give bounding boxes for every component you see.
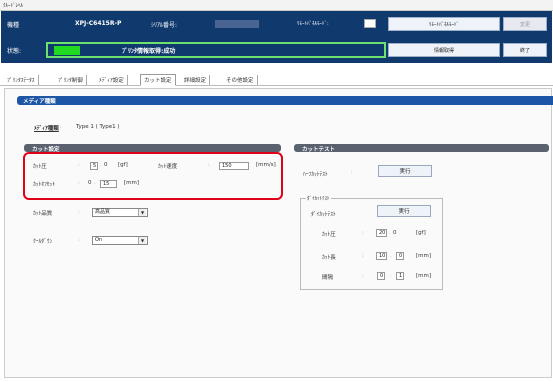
half-cut-test-run-button[interactable]: 実行 — [378, 165, 432, 177]
cut-offset-dot: . — [94, 180, 96, 186]
die-cut-test-group-title: ﾀﾞｲｶｯﾄﾃｽﾄ — [306, 195, 331, 202]
cut-speed-unit: [mm/s] — [256, 162, 276, 168]
test-interval-whole-input[interactable]: 0 — [377, 272, 385, 280]
cut-settings-header: カット設定 — [24, 144, 281, 153]
cut-pressure-label: ｶｯﾄ圧 — [33, 164, 47, 170]
tab-printer-status[interactable]: ﾌﾟﾘﾝﾀｽﾃｰﾀｽ — [4, 75, 39, 85]
cut-pressure-whole-input[interactable]: 5 — [90, 162, 98, 170]
status-text: ﾌﾟﾘﾝﾀ情報取得:成功 — [122, 48, 176, 55]
die-cut-test-run-button[interactable]: 実行 — [377, 205, 431, 217]
serial-value-redacted — [215, 20, 259, 28]
exit-button[interactable]: 終了 — [503, 43, 547, 57]
half-cut-test-colon: : — [351, 170, 353, 176]
cut-speed-label: ｶｯﾄ速度 — [158, 164, 178, 170]
status-indicator — [54, 46, 80, 55]
test-cut-pressure-label: ｶｯﾄ圧 — [322, 232, 336, 238]
window-titlebar: ｸﾙｰﾄﾞﾚﾍﾙ — [0, 0, 553, 11]
model-label: 機種 — [7, 22, 20, 29]
window-title: ｸﾙｰﾄﾞﾚﾍﾙ — [3, 3, 24, 9]
tab-cut-settings[interactable]: カット設定 — [140, 74, 176, 86]
model-value: XPJ-C6415R-P — [75, 20, 122, 27]
cut-pressure-dot: . — [100, 162, 102, 168]
serial-label: ｼﾘｱﾙ番号: — [151, 22, 178, 29]
remote-mode-indicator — [364, 19, 376, 28]
printer-status-row: 状態: ﾌﾟﾘﾝﾀ情報取得:成功 情報取得 終了 — [1, 39, 552, 62]
media-type-colon: : — [60, 124, 62, 130]
media-type-value: Type 1 ( Type1 ) — [76, 124, 120, 130]
tab-bar: ﾌﾟﾘﾝﾀｽﾃｰﾀｽ ﾌﾟﾘﾝﾀ制御 ﾒﾃﾞｨｱ設定 カット設定 詳細設定 その… — [0, 74, 553, 86]
test-interval-dot: . — [390, 273, 392, 279]
highlight-annotation-box — [23, 152, 283, 200]
cut-offset-frac-input[interactable]: 15 — [100, 180, 117, 188]
cut-offset-label: ｶｯﾄｵﾌｾｯﾄ — [33, 182, 56, 188]
remote-mode-button[interactable]: ﾘﾓｰﾄﾊﾟﾈﾙﾓｰﾄﾞ — [388, 17, 500, 31]
test-cut-pressure-frac-value: 0 — [393, 230, 397, 236]
test-cut-length-colon: : — [362, 253, 364, 259]
cut-test-title: カットテスト — [302, 147, 336, 153]
test-cut-pressure-dot: . — [389, 230, 391, 236]
test-interval-frac-input[interactable]: 1 — [396, 272, 404, 280]
media-type-header: メディア種類 — [17, 96, 553, 105]
printer-info-row: 機種 XPJ-C6415R-P ｼﾘｱﾙ番号: ﾘﾓｰﾄﾊﾟﾈﾙﾓｰﾄﾞ: ﾘﾓ… — [1, 11, 552, 37]
tab-content-panel — [4, 88, 552, 378]
printer-header: 機種 XPJ-C6415R-P ｼﾘｱﾙ番号: ﾘﾓｰﾄﾊﾟﾈﾙﾓｰﾄﾞ: ﾘﾓ… — [1, 11, 552, 63]
tab-printer-control[interactable]: ﾌﾟﾘﾝﾀ制御 — [55, 75, 87, 85]
test-interval-colon: : — [362, 273, 364, 279]
cut-pressure-unit: [gf] — [118, 162, 128, 168]
status-bar: ﾌﾟﾘﾝﾀ情報取得:成功 — [46, 42, 386, 58]
chevron-down-icon[interactable]: ▼ — [138, 237, 146, 244]
cut-quality-selected: 高品質 — [95, 209, 111, 215]
test-cut-pressure-unit: [gf] — [416, 230, 426, 236]
die-cut-test-label: ﾀﾞｲｶｯﾄﾃｽﾄ — [311, 212, 336, 218]
test-cut-length-unit: [mm] — [416, 253, 432, 259]
cut-offset-unit: [mm] — [124, 180, 140, 186]
half-cut-test-label: ﾊｰﾌｶｯﾄﾃｽﾄ — [303, 172, 328, 178]
media-type-label: ﾒﾃﾞｨｱ種類 — [34, 126, 59, 132]
tab-media-settings[interactable]: ﾒﾃﾞｨｱ設定 — [96, 75, 128, 85]
cut-quality-label: ｶｯﾄ品質 — [33, 211, 53, 217]
get-info-button[interactable]: 情報取得 — [388, 43, 500, 57]
cut-offset-whole-value: 0 — [88, 180, 92, 186]
cooldown-selected: On — [95, 237, 103, 243]
cooldown-colon: : — [78, 237, 80, 243]
change-button[interactable]: 変更 — [503, 17, 547, 31]
cut-speed-colon: : — [208, 162, 210, 168]
cut-speed-input[interactable]: 150 — [219, 162, 249, 170]
cut-pressure-frac-value: 0 — [104, 162, 108, 168]
remote-mode-label: ﾘﾓｰﾄﾊﾟﾈﾙﾓｰﾄﾞ: — [297, 21, 329, 27]
cooldown-select[interactable]: On ▼ — [92, 236, 148, 245]
test-cut-length-label: ｶｯﾄ長 — [322, 255, 336, 261]
cut-offset-colon: : — [78, 180, 80, 186]
cut-test-header: カットテスト — [294, 144, 549, 153]
tab-detail-settings[interactable]: 詳細設定 — [181, 75, 211, 85]
cooldown-label: ｸｰﾙﾀﾞｳﾝ — [33, 239, 53, 245]
status-label: 状態: — [7, 48, 22, 55]
tab-other-settings[interactable]: その他設定 — [223, 75, 258, 85]
test-cut-length-dot: . — [390, 253, 392, 259]
test-interval-unit: [mm] — [416, 273, 432, 279]
cut-quality-select[interactable]: 高品質 ▼ — [92, 208, 148, 217]
cut-quality-colon: : — [78, 209, 80, 215]
cut-pressure-colon: : — [78, 162, 80, 168]
chevron-down-icon[interactable]: ▼ — [138, 209, 146, 216]
test-cut-pressure-whole-input[interactable]: 20 — [376, 229, 387, 237]
test-cut-length-frac-input[interactable]: 0 — [396, 252, 404, 260]
test-interval-label: 間隔 — [322, 275, 334, 281]
test-cut-pressure-colon: : — [362, 230, 364, 236]
test-cut-length-whole-input[interactable]: 10 — [376, 252, 387, 260]
media-type-header-title: メディア種類 — [23, 99, 56, 105]
